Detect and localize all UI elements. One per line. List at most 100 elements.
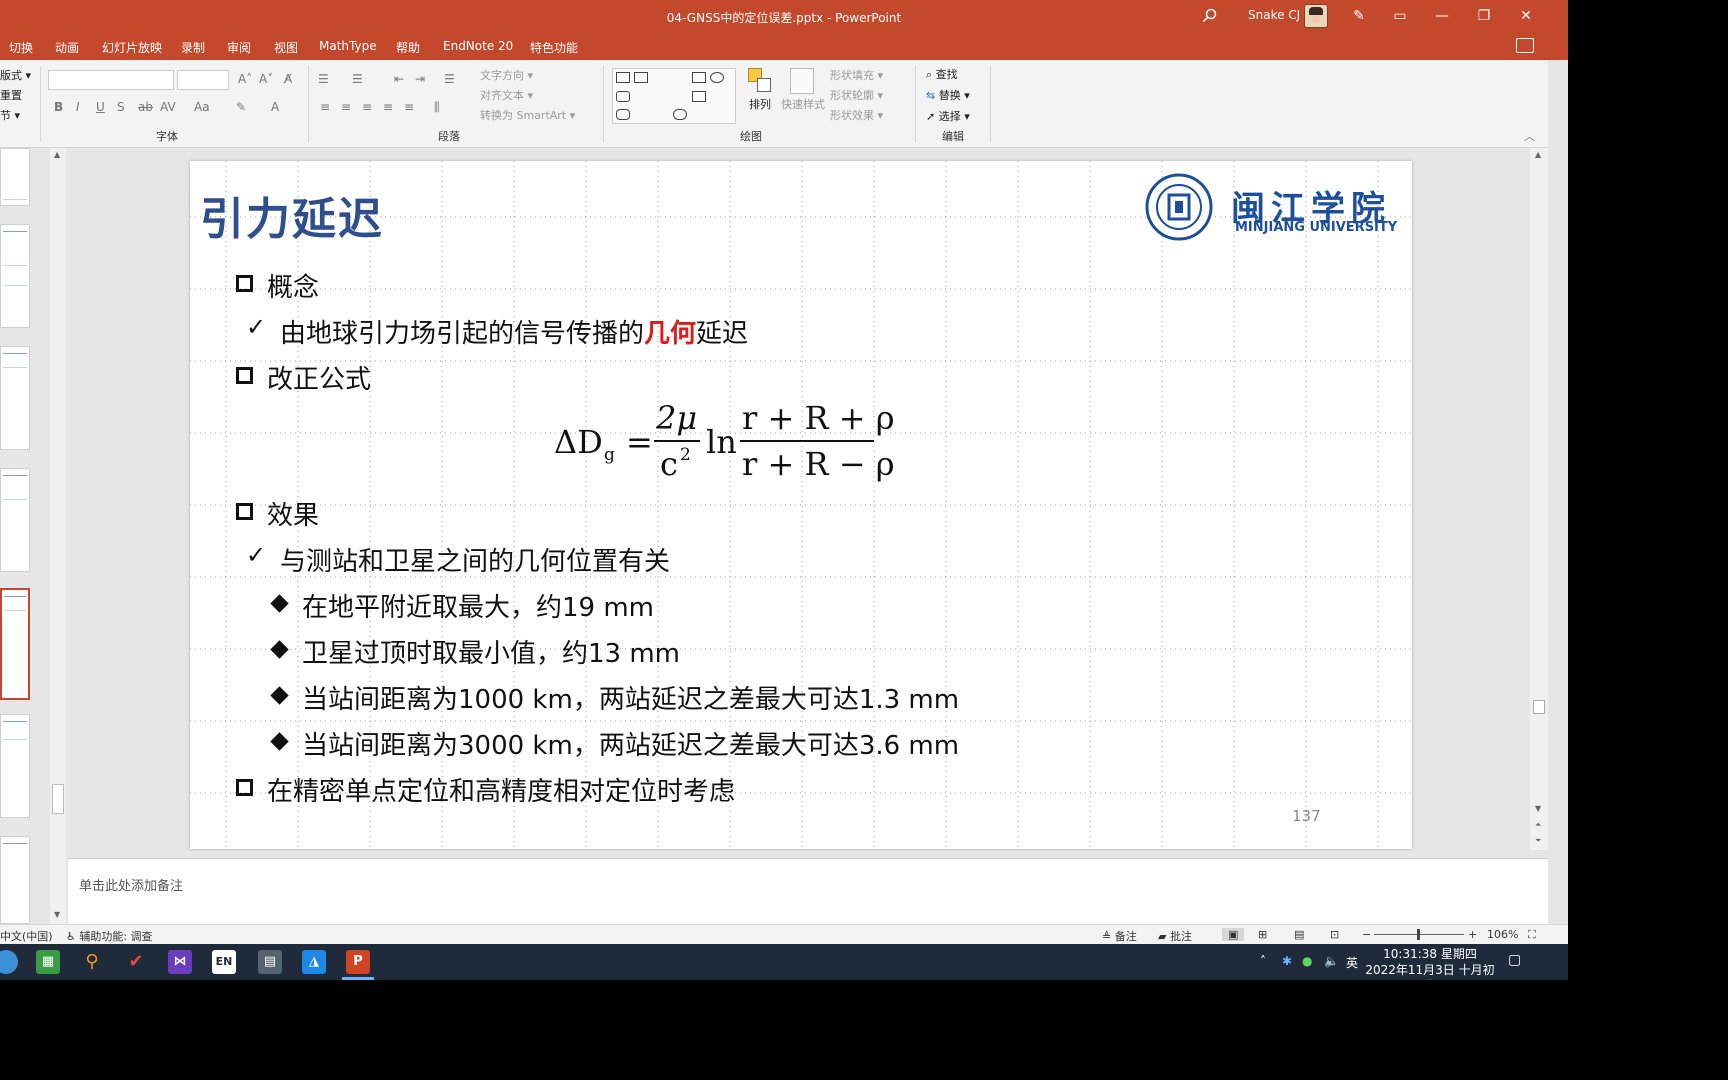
- find-button[interactable]: ⌕ 查找: [926, 66, 958, 82]
- ribbon-display-icon[interactable]: ▭: [1391, 7, 1409, 25]
- fit-slide-icon[interactable]: ⛶: [1528, 928, 1536, 942]
- bullet-effect-detail[interactable]: 与测站和卫星之间的几何位置有关: [280, 541, 670, 578]
- notification-icon[interactable]: ▢: [1508, 952, 1521, 968]
- distributed-icon[interactable]: ≡: [404, 100, 414, 114]
- font-grow-icon[interactable]: A˄: [238, 72, 252, 86]
- restore-icon[interactable]: ❐: [1475, 7, 1493, 25]
- prev-slide-icon[interactable]: ⏶: [1535, 820, 1541, 830]
- system-clock[interactable]: 10:31:38 星期四 2022年11月3日 十月初十: [1360, 946, 1500, 980]
- zoom-in-icon[interactable]: +: [1468, 928, 1477, 941]
- wechat-icon[interactable]: ●: [1302, 954, 1312, 968]
- powerpoint-taskbar-icon[interactable]: P: [346, 950, 370, 974]
- bold-icon[interactable]: B: [54, 100, 63, 114]
- shadow-icon[interactable]: S: [117, 100, 125, 114]
- comments-toggle-button[interactable]: ▰ 批注: [1158, 928, 1192, 944]
- notes-placeholder[interactable]: 单击此处添加备注: [79, 875, 183, 894]
- ime-indicator[interactable]: 英: [1346, 954, 1358, 971]
- scroll-down-icon[interactable]: ▼: [1535, 804, 1541, 813]
- slide-thumbnail[interactable]: [0, 714, 30, 818]
- highlight-icon[interactable]: ✎: [236, 100, 246, 114]
- reset-button[interactable]: 重置: [0, 87, 22, 103]
- font-shrink-icon[interactable]: A˅: [259, 72, 273, 86]
- change-case-icon[interactable]: Aa: [194, 100, 210, 114]
- tab-slideshow[interactable]: 幻灯片放映: [102, 39, 162, 56]
- layout-button[interactable]: 版式 ▾: [0, 67, 31, 83]
- scroll-thumb[interactable]: [52, 784, 64, 814]
- check-app-icon[interactable]: ✔: [124, 950, 148, 974]
- bullet-concept[interactable]: 概念: [267, 267, 319, 304]
- section-button[interactable]: 节 ▾: [0, 107, 20, 123]
- font-color-icon[interactable]: A: [271, 100, 279, 114]
- tab-review[interactable]: 审阅: [227, 39, 251, 56]
- bullet-detail-4[interactable]: 当站间距离为3000 km，两站延迟之差最大可达3.6 mm: [302, 725, 959, 762]
- spreadsheet-app-icon[interactable]: ▦: [36, 950, 60, 974]
- zoom-out-icon[interactable]: −: [1362, 928, 1371, 941]
- pen-icon[interactable]: ✎: [1350, 7, 1368, 25]
- scroll-thumb[interactable]: [1533, 700, 1545, 714]
- strikethrough-icon[interactable]: ab: [138, 100, 153, 114]
- normal-view-icon[interactable]: ▣: [1222, 928, 1245, 941]
- search-app-icon[interactable]: ⚲: [80, 950, 104, 974]
- slideshow-icon[interactable]: ⊡: [1330, 928, 1339, 941]
- convert-smartart-button[interactable]: 转换为 SmartArt ▾: [480, 107, 575, 123]
- decrease-indent-icon[interactable]: ⇤: [394, 72, 404, 86]
- tab-view[interactable]: 视图: [274, 39, 298, 56]
- calculator-icon[interactable]: ▤: [258, 950, 282, 974]
- thumbnails-scrollbar[interactable]: ▲ ▼: [50, 148, 66, 924]
- align-left-icon[interactable]: ≡: [320, 100, 330, 114]
- close-icon[interactable]: ✕: [1517, 7, 1535, 25]
- quick-styles-label[interactable]: 快速样式: [781, 96, 825, 112]
- volume-icon[interactable]: 🔈: [1324, 954, 1339, 968]
- slide-sorter-icon[interactable]: ⊞: [1258, 928, 1267, 941]
- align-center-icon[interactable]: ≡: [341, 100, 351, 114]
- underline-icon[interactable]: U: [96, 100, 105, 114]
- bullet-detail-2[interactable]: 卫星过顶时取最小值，约13 mm: [302, 633, 680, 670]
- tab-help[interactable]: 帮助: [396, 39, 420, 56]
- slide-thumbnail[interactable]: [0, 836, 30, 924]
- tab-endnote[interactable]: EndNote 20: [443, 39, 513, 53]
- endnote-icon[interactable]: EN: [212, 950, 236, 974]
- slide-thumbnail[interactable]: [0, 346, 30, 450]
- zoom-level[interactable]: 106%: [1487, 928, 1518, 941]
- align-text-button[interactable]: 对齐文本 ▾: [480, 87, 533, 103]
- shape-fill-button[interactable]: 形状填充 ▾: [830, 67, 883, 83]
- char-spacing-icon[interactable]: AV: [160, 100, 176, 114]
- scroll-down-icon[interactable]: ▼: [54, 910, 60, 919]
- quick-styles-icon[interactable]: [790, 68, 814, 94]
- language-status[interactable]: 中文(中国): [0, 928, 53, 944]
- comment-icon[interactable]: [1516, 38, 1534, 53]
- notes-pane[interactable]: 单击此处添加备注: [68, 858, 1548, 924]
- bullet-concept-detail[interactable]: 由地球引力场引起的信号传播的几何延迟: [280, 313, 748, 350]
- user-name[interactable]: Snake CJ: [1248, 8, 1300, 22]
- increase-indent-icon[interactable]: ⇥: [415, 72, 425, 86]
- slide-thumbnail[interactable]: [0, 468, 30, 572]
- accessibility-status[interactable]: ♿ 辅助功能: 调查: [66, 928, 153, 944]
- tab-animations[interactable]: 动画: [55, 39, 79, 56]
- scroll-up-icon[interactable]: ▲: [54, 150, 60, 159]
- columns-icon[interactable]: ⫼: [434, 100, 440, 115]
- avatar[interactable]: [1304, 4, 1328, 28]
- next-slide-icon[interactable]: ⏷: [1535, 836, 1541, 846]
- justify-icon[interactable]: ≡: [383, 100, 393, 114]
- font-name-dropdown[interactable]: [48, 70, 174, 90]
- slide-thumbnail[interactable]: [0, 224, 30, 328]
- slide-thumbnail[interactable]: [0, 148, 30, 206]
- slide-scrollbar[interactable]: ▲ ▼ ⏶ ⏷: [1530, 148, 1548, 850]
- search-icon[interactable]: [1202, 8, 1218, 24]
- app-icon[interactable]: [0, 950, 18, 974]
- line-spacing-icon[interactable]: ☰: [444, 72, 455, 86]
- replace-button[interactable]: ⇆ 替换 ▾: [926, 87, 970, 103]
- shape-outline-button[interactable]: 形状轮廓 ▾: [830, 87, 883, 103]
- bullet-detail-1[interactable]: 在地平附近取最大，约19 mm: [302, 587, 654, 624]
- bullets-icon[interactable]: ☰: [318, 72, 329, 86]
- arrange-label[interactable]: 排列: [749, 96, 771, 112]
- collapse-ribbon-icon[interactable]: ︿: [1524, 128, 1535, 144]
- visual-studio-icon[interactable]: ⋈: [168, 950, 192, 974]
- bullet-detail-3[interactable]: 当站间距离为1000 km，两站延迟之差最大可达1.3 mm: [302, 679, 959, 716]
- bluetooth-icon[interactable]: ✱: [1282, 954, 1292, 968]
- shapes-gallery[interactable]: [612, 68, 736, 124]
- image-app-icon[interactable]: ◮: [302, 950, 326, 974]
- clear-format-icon[interactable]: A̸: [284, 72, 292, 86]
- notes-toggle-button[interactable]: ≜ 备注: [1102, 928, 1137, 944]
- italic-icon[interactable]: I: [76, 100, 80, 114]
